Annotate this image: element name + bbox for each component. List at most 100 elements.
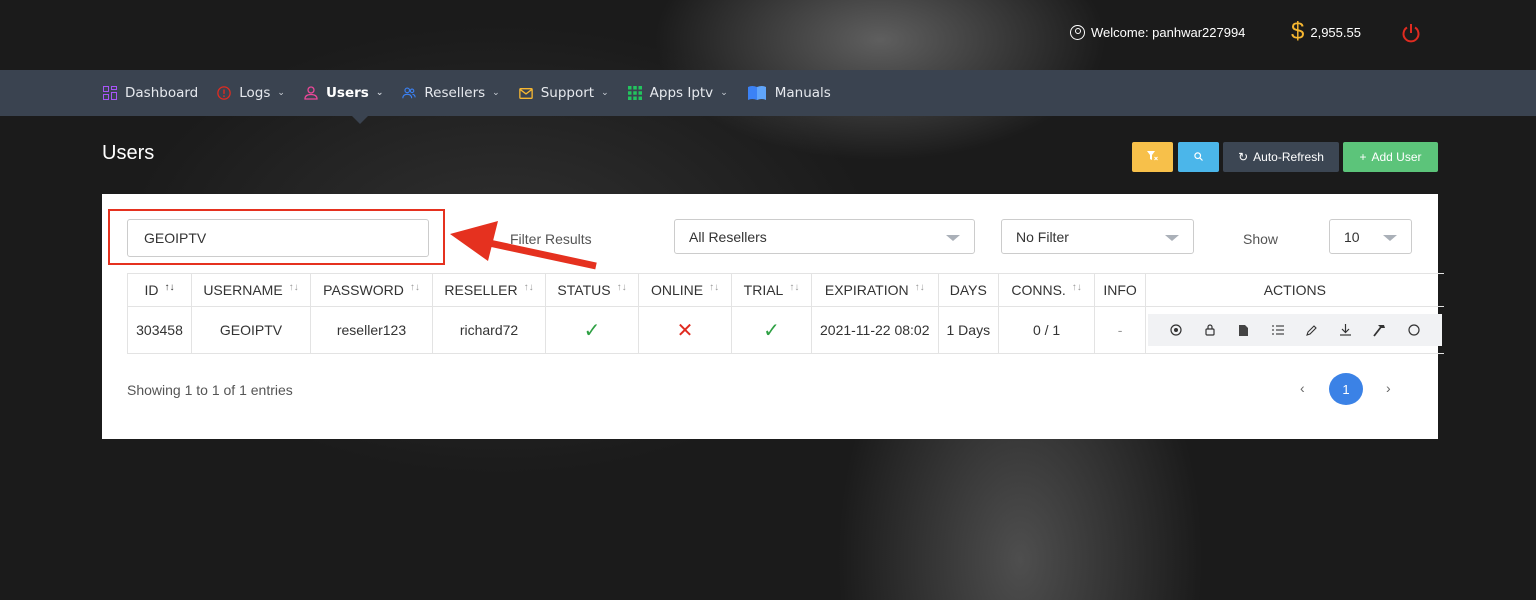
cell-days: 1 Days (937, 306, 1000, 354)
column-header-password[interactable]: PASSWORD ↑↓ (310, 273, 433, 307)
nav-item-apps-iptv[interactable]: Apps Iptv ⌄ (627, 85, 728, 101)
caret-down-icon (1383, 235, 1397, 241)
view-icon[interactable] (1159, 314, 1193, 346)
filter-results-label: Filter Results (510, 231, 592, 247)
search-button[interactable] (1178, 142, 1219, 172)
show-label: Show (1243, 231, 1279, 247)
hammer-icon[interactable] (1363, 314, 1397, 346)
sort-icon: ↑↓ (616, 282, 627, 293)
column-header-conns[interactable]: CONNS. ↑↓ (998, 273, 1096, 307)
resellers-icon (402, 86, 417, 100)
balance-value: 2,955.55 (1310, 24, 1361, 40)
nav-label: Logs (239, 85, 271, 101)
refresh-icon: ↻ (1238, 150, 1249, 164)
nav-label: Manuals (774, 85, 831, 101)
table-header-row: ID ↑↓ USERNAME ↑↓ PASSWORD ↑↓ RESELLER ↑↓ ST… (127, 273, 1444, 307)
cell-status: ✓ (545, 306, 639, 354)
column-header-days: DAYS (937, 273, 1000, 307)
next-page-icon[interactable]: › (1386, 380, 1391, 396)
sort-icon: ↑↓ (709, 282, 720, 293)
search-icon (1194, 150, 1203, 164)
column-header-id[interactable]: ID ↑↓ (127, 273, 192, 307)
alert-icon (217, 86, 232, 100)
annotation-highlight-box (108, 209, 445, 265)
cell-trial: ✓ (731, 306, 812, 354)
cell-reseller: richard72 (432, 306, 546, 354)
sort-icon: ↑↓ (288, 282, 299, 293)
check-icon: ✓ (763, 319, 780, 342)
sort-icon: ↑↓ (1071, 282, 1082, 293)
cell-conns: 0 / 1 (998, 306, 1096, 354)
book-icon (747, 86, 767, 100)
nav-item-dashboard[interactable]: Dashboard (103, 85, 198, 101)
nav-label: Support (540, 85, 595, 101)
nav-item-support[interactable]: Support ⌄ (518, 85, 609, 101)
cell-password: reseller123 (310, 306, 433, 354)
status-filter-value: No Filter (1016, 228, 1069, 245)
main-nav: Dashboard Logs ⌄ Users ⌄ Resellers ⌄ Sup… (0, 70, 1536, 116)
mail-icon (518, 86, 533, 100)
nav-item-users[interactable]: Users ⌄ (304, 85, 383, 101)
top-bar: Welcome: panhwar227994 $ 2,955.55 (0, 0, 1536, 70)
column-header-reseller[interactable]: RESELLER ↑↓ (432, 273, 546, 307)
file-icon[interactable] (1227, 314, 1261, 346)
add-user-label: Add User (1371, 150, 1422, 164)
auto-refresh-button[interactable]: ↻ Auto-Refresh (1223, 142, 1339, 172)
circle-icon[interactable] (1397, 314, 1431, 346)
reseller-select[interactable]: All Resellers (674, 219, 975, 254)
chevron-down-icon: ⌄ (492, 88, 500, 98)
column-header-info: INFO (1094, 273, 1147, 307)
chevron-down-icon: ⌄ (375, 88, 384, 98)
nav-item-logs[interactable]: Logs ⌄ (217, 85, 285, 101)
lock-icon[interactable] (1193, 314, 1227, 346)
chevron-down-icon: ⌄ (720, 88, 728, 98)
table-row[interactable]: 303458 GEOIPTV reseller123 richard72 ✓ ✕… (127, 306, 1444, 354)
caret-down-icon (1165, 235, 1179, 241)
action-toolbar (1148, 314, 1442, 346)
nav-label: Users (325, 85, 369, 101)
column-header-username[interactable]: USERNAME ↑↓ (191, 273, 311, 307)
column-header-status[interactable]: STATUS ↑↓ (545, 273, 639, 307)
edit-icon[interactable] (1295, 314, 1329, 346)
column-header-trial[interactable]: TRIAL ↑↓ (731, 273, 812, 307)
cell-online: ✕ (638, 306, 732, 354)
sort-icon: ↑↓ (164, 282, 175, 293)
user-circle-icon (1070, 25, 1085, 40)
check-icon: ✓ (583, 319, 601, 342)
nav-label: Resellers (424, 85, 486, 101)
download-icon[interactable] (1329, 314, 1363, 346)
column-header-actions: ACTIONS (1145, 273, 1444, 307)
list-icon[interactable] (1261, 314, 1295, 346)
nav-item-manuals[interactable]: Manuals (747, 85, 831, 101)
page-size-value: 10 (1344, 228, 1360, 245)
clear-filter-button[interactable] (1132, 142, 1173, 172)
user-icon (304, 86, 318, 100)
page-1-button[interactable]: 1 (1329, 373, 1363, 405)
column-header-online[interactable]: ONLINE ↑↓ (638, 273, 732, 307)
add-user-button[interactable]: + Add User (1343, 142, 1438, 172)
welcome-area[interactable]: Welcome: panhwar227994 (1070, 25, 1245, 40)
sort-icon: ↑↓ (523, 282, 534, 293)
cell-actions (1145, 306, 1444, 354)
annotation-arrow-icon (450, 221, 600, 276)
dashboard-icon (103, 86, 117, 100)
column-header-expiration[interactable]: EXPIRATION ↑↓ (811, 273, 939, 307)
chevron-down-icon: ⌄ (601, 88, 609, 98)
filter-clear-icon (1147, 150, 1158, 164)
welcome-text: Welcome: panhwar227994 (1091, 25, 1246, 40)
active-nav-pointer (352, 116, 368, 124)
cross-icon: ✕ (676, 319, 694, 342)
sort-icon: ↑↓ (789, 282, 800, 293)
prev-page-icon[interactable]: ‹ (1300, 380, 1305, 396)
power-icon[interactable] (1400, 22, 1422, 44)
page-title: Users (102, 142, 155, 164)
cell-id: 303458 (127, 306, 192, 354)
cell-info: - (1094, 306, 1147, 354)
status-filter-select[interactable]: No Filter (1001, 219, 1194, 254)
page-size-select[interactable]: 10 (1329, 219, 1412, 254)
nav-label: Apps Iptv (649, 85, 714, 101)
cell-expiration: 2021-11-22 08:02 (811, 306, 939, 354)
chevron-down-icon: ⌄ (277, 88, 285, 98)
nav-item-resellers[interactable]: Resellers ⌄ (402, 85, 500, 101)
cell-username: GEOIPTV (191, 306, 311, 354)
